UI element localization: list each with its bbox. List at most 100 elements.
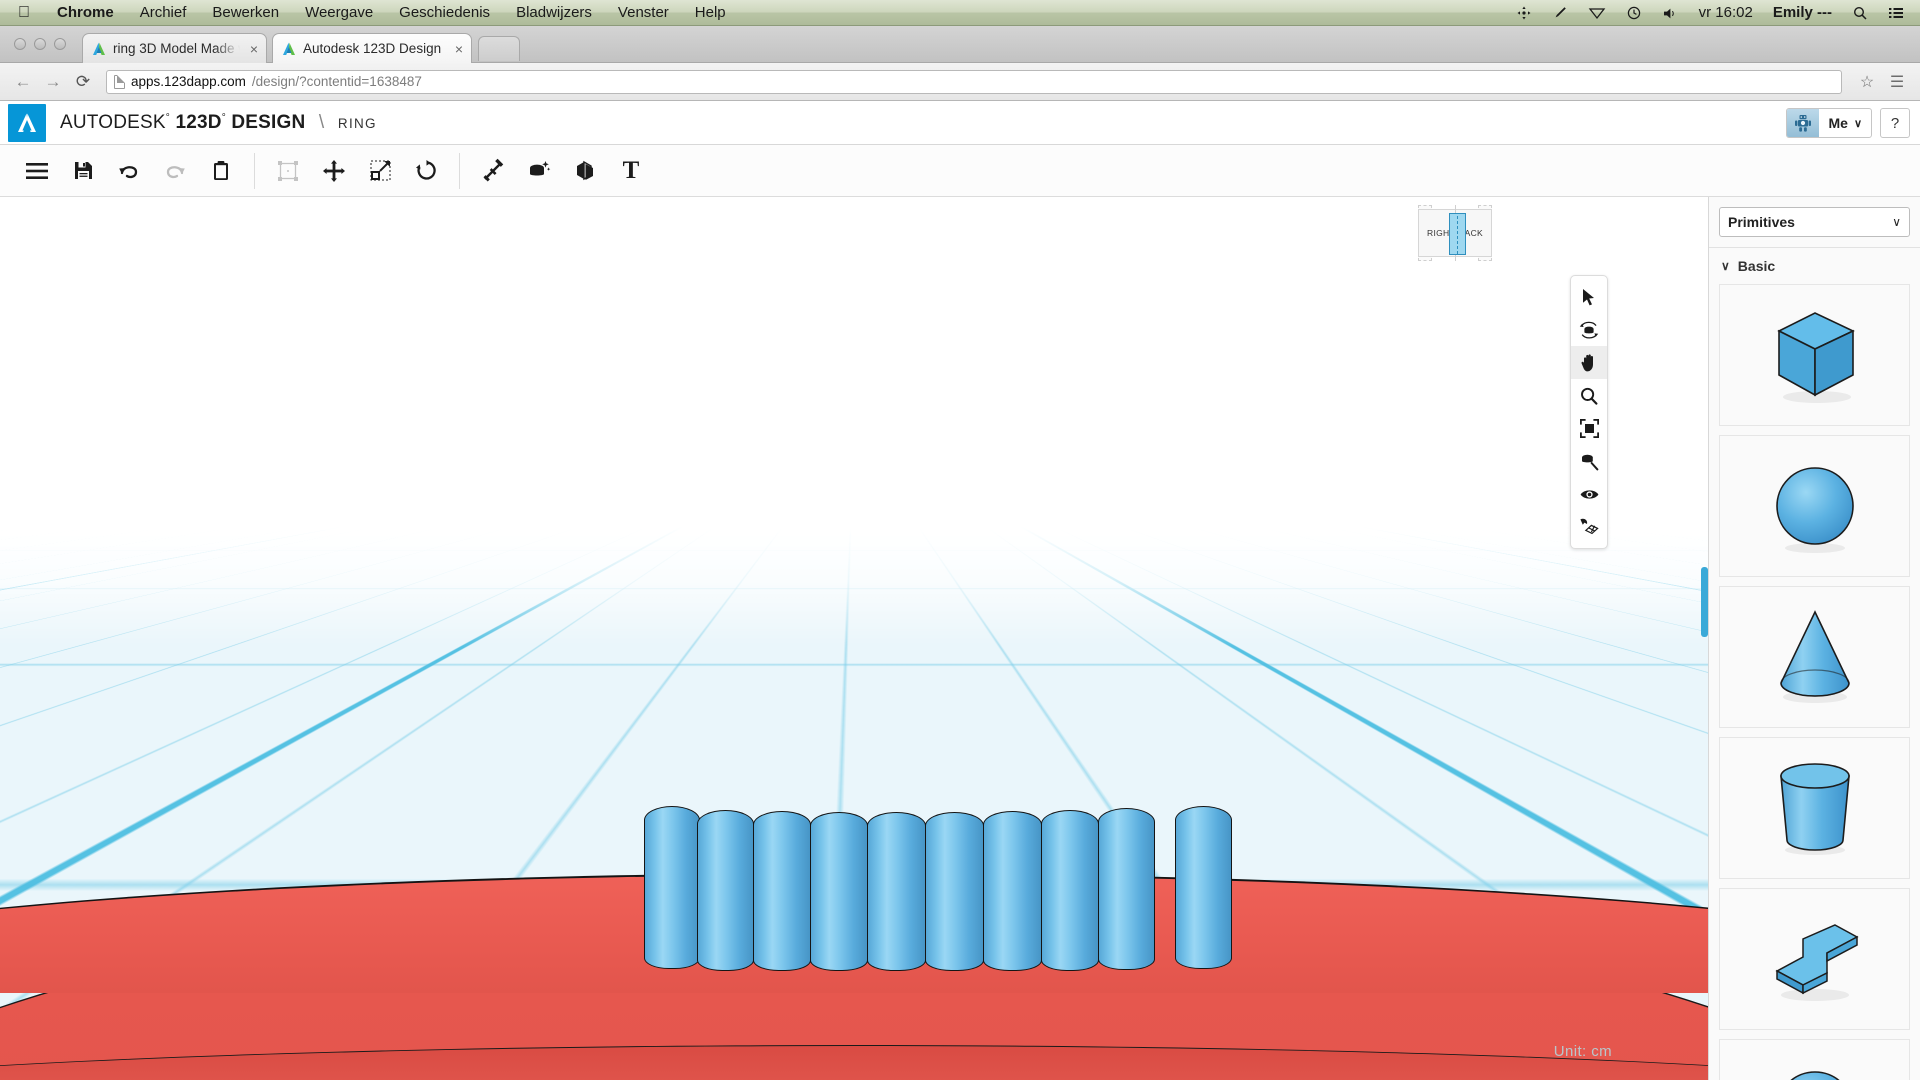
cylinder-4[interactable] [810, 812, 868, 971]
cylinder-3[interactable] [753, 811, 811, 971]
minimize-window-button[interactable] [34, 38, 46, 50]
cylinder-6[interactable] [925, 812, 984, 971]
primitive-shape-grid [1709, 284, 1920, 1080]
sphere-primitive[interactable] [1719, 435, 1910, 577]
unit-label-text: Unit: [1553, 1043, 1587, 1060]
browser-tab-1[interactable]: ring 3D Model Made with 1 × [82, 33, 267, 63]
menu-clock[interactable]: vr 16:02 [1689, 0, 1763, 25]
select-box-icon[interactable] [265, 151, 311, 191]
sketch-icon[interactable] [470, 151, 516, 191]
menu-user[interactable]: Emily --- [1763, 0, 1842, 25]
menu-archief[interactable]: Archief [127, 0, 200, 25]
zoom-magnifier-icon[interactable] [1571, 379, 1607, 412]
snap-grid-icon[interactable] [1571, 511, 1607, 544]
zoom-to-object-icon[interactable] [1571, 445, 1607, 478]
menu-bewerken[interactable]: Bewerken [199, 0, 292, 25]
page-info-icon[interactable] [114, 74, 125, 89]
torus-primitive[interactable] [1719, 1039, 1910, 1080]
panel-section-basic[interactable]: ∨ Basic [1709, 248, 1920, 284]
spotlight-search-icon[interactable] [1842, 6, 1878, 20]
view-cube[interactable]: RIGHT BACK [1418, 205, 1492, 261]
visibility-eye-icon[interactable] [1571, 478, 1607, 511]
toolbar-group-file [14, 151, 244, 191]
unit-readout: Unit: cm [1554, 1043, 1612, 1060]
fit-to-screen-icon[interactable] [1571, 412, 1607, 445]
address-bar[interactable]: apps.123dapp.com/design/?contentid=16384… [106, 69, 1842, 94]
panel-category-select[interactable]: Primitives ∨ [1719, 207, 1910, 237]
maximize-window-button[interactable] [54, 38, 66, 50]
viewport-scroll-indicator[interactable] [1701, 567, 1708, 637]
rotate-icon[interactable] [403, 151, 449, 191]
volume-icon[interactable] [1652, 7, 1689, 20]
toolbar-separator-1 [254, 152, 255, 189]
orbit-icon[interactable] [1571, 313, 1607, 346]
menu-help[interactable]: Help [682, 0, 739, 25]
close-window-button[interactable] [14, 38, 26, 50]
autodesk-logo-icon[interactable] [8, 103, 46, 142]
cylinder-primitive[interactable] [1719, 737, 1910, 879]
redo-icon[interactable] [152, 151, 198, 191]
browser-tab-1-title: ring 3D Model Made with 1 [113, 41, 240, 56]
cone-primitive[interactable] [1719, 586, 1910, 728]
panel-section-title: Basic [1737, 258, 1776, 274]
app-header: AUTODESK° 123D° DESIGN \ RING Me ∨ ? [0, 101, 1920, 145]
brand-design: DESIGN [231, 111, 306, 133]
undo-icon[interactable] [106, 151, 152, 191]
browser-tab-2[interactable]: Autodesk 123D Design × [272, 33, 472, 63]
select-cursor-icon[interactable] [1571, 280, 1607, 313]
cylinder-8[interactable] [1041, 810, 1099, 971]
view-cube-active-face[interactable] [1449, 213, 1466, 255]
brand-autodesk: AUTODESK [60, 111, 166, 133]
bluetooth-transfer-icon[interactable] [1506, 6, 1542, 20]
brand-sup-1: ° [165, 112, 170, 124]
menu-chrome[interactable]: Chrome [44, 0, 127, 25]
cylinder-5[interactable] [867, 812, 926, 971]
pan-hand-icon[interactable] [1571, 346, 1607, 379]
menu-bladwijzers[interactable]: Bladwijzers [503, 0, 605, 25]
box-primitive[interactable] [1719, 284, 1910, 426]
apple-icon[interactable]:  [0, 0, 44, 25]
browser-tab-2-title: Autodesk 123D Design [303, 41, 442, 56]
document-name[interactable]: RING [338, 116, 377, 131]
clipboard-icon[interactable] [198, 151, 244, 191]
help-button[interactable]: ? [1880, 108, 1910, 138]
mac-menu-items:  Chrome Archief Bewerken Weergave Gesch… [0, 0, 739, 25]
scale-icon[interactable] [357, 151, 403, 191]
forward-icon[interactable]: → [40, 69, 66, 95]
chrome-browser-window: ring 3D Model Made with 1 × Autodesk 123… [0, 26, 1920, 1080]
menu-geschiedenis[interactable]: Geschiedenis [386, 0, 503, 25]
move-icon[interactable] [311, 151, 357, 191]
text-icon[interactable]: T [608, 151, 654, 191]
browser-tab-2-close-icon[interactable]: × [455, 42, 463, 56]
cylinder-7[interactable] [983, 811, 1042, 971]
design-viewport[interactable]: Unit: cm RIGHT BACK [0, 197, 1708, 1080]
app-toolbar: T [0, 145, 1920, 197]
chrome-menu-icon[interactable]: ☰ [1884, 69, 1910, 95]
cylinder-9[interactable] [1098, 808, 1155, 970]
reload-icon[interactable]: ⟳ [70, 69, 96, 95]
account-menu-button[interactable]: Me ∨ [1786, 108, 1872, 138]
save-icon[interactable] [60, 151, 106, 191]
window-traffic-lights [14, 38, 66, 50]
cylinder-10[interactable] [1175, 806, 1232, 969]
menu-weergave[interactable]: Weergave [292, 0, 386, 25]
mac-menu-bar:  Chrome Archief Bewerken Weergave Gesch… [0, 0, 1920, 26]
toolbar-separator-2 [459, 152, 460, 189]
new-tab-button[interactable] [478, 36, 520, 61]
construct-icon[interactable] [516, 151, 562, 191]
brand-123d: 123D [175, 111, 222, 133]
combine-icon[interactable] [562, 151, 608, 191]
bookmark-star-icon[interactable]: ☆ [1854, 69, 1880, 95]
back-icon[interactable]: ← [10, 69, 36, 95]
robot-avatar-icon [1787, 109, 1820, 137]
time-machine-icon[interactable] [1616, 6, 1652, 20]
wedge-primitive[interactable] [1719, 888, 1910, 1030]
wifi-icon[interactable] [1578, 7, 1616, 20]
cylinder-2[interactable] [697, 810, 754, 971]
notification-center-icon[interactable] [1878, 7, 1914, 19]
menu-venster[interactable]: Venster [605, 0, 682, 25]
pen-icon[interactable] [1542, 6, 1578, 20]
main-menu-icon[interactable] [14, 151, 60, 191]
browser-tab-1-close-icon[interactable]: × [250, 42, 258, 56]
cylinder-1[interactable] [644, 806, 700, 969]
